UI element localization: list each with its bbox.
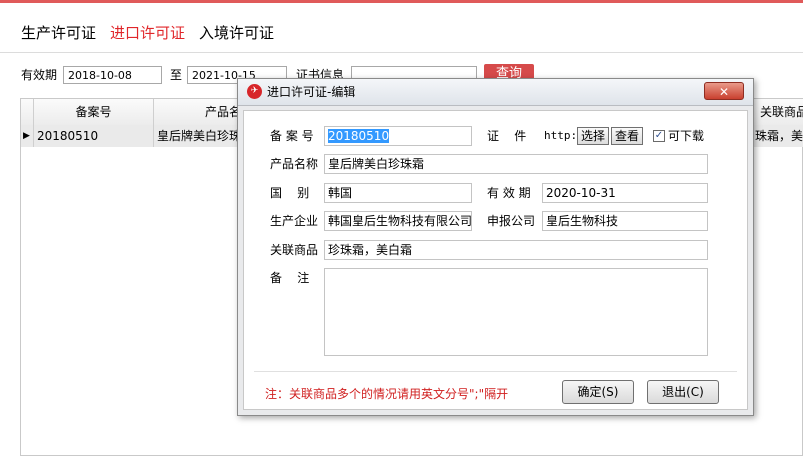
dialog-title: 进口许可证-编辑 bbox=[267, 85, 356, 99]
footer-divider bbox=[254, 371, 737, 372]
product-name-input[interactable]: 皇后牌美白珍珠霜 bbox=[324, 154, 708, 174]
tab-import-license[interactable]: 进口许可证 bbox=[110, 22, 185, 42]
tab-divider bbox=[0, 52, 803, 53]
validity-filter-label: 有效期 bbox=[21, 68, 58, 82]
validity-input[interactable]: 2020-10-31 bbox=[542, 183, 708, 203]
close-icon[interactable]: ✕ bbox=[704, 82, 744, 100]
cert-label: 证 件 bbox=[487, 129, 527, 143]
cell-related[interactable]: 珠霜，美白 bbox=[752, 125, 803, 147]
view-button[interactable]: 查看 bbox=[611, 127, 643, 145]
tab-production-license[interactable]: 生产许可证 bbox=[21, 22, 96, 42]
country-label: 国 别 bbox=[270, 186, 310, 200]
applicant-input[interactable]: 皇后生物科技 bbox=[542, 211, 708, 231]
record-no-value: 20180510 bbox=[328, 129, 390, 143]
edit-dialog: ✈ 进口许可证-编辑 ✕ 备 案 号 20180510 证 件 http: 选择… bbox=[237, 78, 754, 416]
date-from-input[interactable]: 2018-10-08 bbox=[63, 66, 162, 84]
related-products-label: 关联商品 bbox=[270, 243, 319, 257]
top-accent-line bbox=[0, 0, 803, 3]
grid-row-header-cell bbox=[21, 99, 34, 125]
license-tabs: 生产许可证 进口许可证 入境许可证 bbox=[21, 22, 274, 42]
dialog-body: 备 案 号 20180510 证 件 http: 选择 查看 ✓ 可下载 产品名… bbox=[243, 110, 748, 410]
app-logo-icon: ✈ bbox=[247, 84, 262, 99]
product-name-label: 产品名称 bbox=[270, 157, 319, 171]
row-pointer-icon: ▶ bbox=[21, 125, 34, 147]
separator-note: 注：关联商品多个的情况请用英文分号";"隔开 bbox=[265, 387, 509, 401]
column-header-record-no[interactable]: 备案号 bbox=[34, 99, 154, 125]
downloadable-checkbox[interactable]: ✓ bbox=[653, 130, 665, 142]
remark-textarea[interactable] bbox=[324, 268, 708, 356]
dialog-titlebar[interactable]: ✈ 进口许可证-编辑 ✕ bbox=[238, 79, 753, 106]
applicant-label: 申报公司 bbox=[487, 214, 536, 228]
to-label: 至 bbox=[170, 68, 183, 82]
cert-url-value[interactable]: http: bbox=[544, 126, 577, 146]
column-header-related[interactable]: 关联商品 bbox=[754, 99, 803, 125]
downloadable-label: 可下载 bbox=[668, 129, 705, 143]
record-no-input[interactable]: 20180510 bbox=[324, 126, 472, 146]
country-input[interactable]: 韩国 bbox=[324, 183, 472, 203]
manufacturer-label: 生产企业 bbox=[270, 214, 319, 228]
manufacturer-input[interactable]: 韩国皇后生物科技有限公司 bbox=[324, 211, 472, 231]
exit-button[interactable]: 退出(C) bbox=[647, 380, 719, 404]
validity-label: 有 效 期 bbox=[487, 186, 531, 200]
choose-button[interactable]: 选择 bbox=[577, 127, 609, 145]
record-no-label: 备 案 号 bbox=[270, 129, 314, 143]
tab-entry-license[interactable]: 入境许可证 bbox=[199, 22, 274, 42]
ok-button[interactable]: 确定(S) bbox=[562, 380, 634, 404]
related-products-input[interactable]: 珍珠霜，美白霜 bbox=[324, 240, 708, 260]
cell-record-no[interactable]: 20180510 bbox=[34, 125, 154, 147]
remark-label: 备 注 bbox=[270, 271, 310, 285]
